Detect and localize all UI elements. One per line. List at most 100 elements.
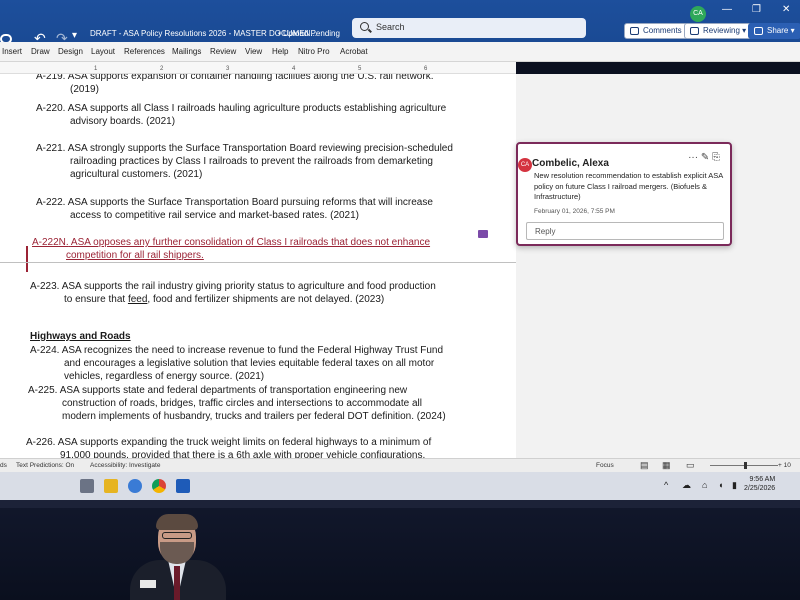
- resolution-text: ASA opposes any further consolidation of…: [70, 237, 431, 248]
- search-input[interactable]: Search: [352, 18, 586, 38]
- tab-references[interactable]: References: [124, 47, 165, 56]
- tray-overflow-icon[interactable]: ^: [664, 480, 668, 490]
- taskbar: ^ ☁ ⌂ ◖ ▮ 9:56 AM 2/25/2026: [0, 472, 800, 500]
- comment-author-avatar: CA: [518, 158, 532, 172]
- ruler-tick: 4: [292, 66, 296, 72]
- share-icon: [754, 27, 763, 35]
- presenter-glasses: [162, 532, 192, 539]
- cloud-icon[interactable]: ☁: [682, 480, 691, 491]
- quick-access-more-icon[interactable]: ▾: [72, 30, 77, 41]
- comment-timestamp: February 01, 2026, 7:55 PM: [534, 208, 615, 215]
- resolution-number: A-226.: [26, 437, 56, 448]
- resolution-a220: A-220. ASA supports all Class I railroad…: [36, 102, 446, 128]
- document-page[interactable]: A-219. ASA supports expansion of contain…: [0, 74, 516, 458]
- ruler-tick: 1: [94, 66, 98, 72]
- app-pinned-icon[interactable]: [128, 479, 142, 493]
- tab-insert[interactable]: Insert: [2, 47, 22, 56]
- tab-draw[interactable]: Draw: [31, 47, 50, 56]
- resolution-number: A-220.: [36, 103, 66, 114]
- resolution-text: ASA supports all Class I railroads hauli…: [67, 103, 447, 114]
- comment-reply-input[interactable]: Reply: [526, 222, 724, 240]
- stage-background: [0, 500, 800, 600]
- network-icon[interactable]: ⌂: [702, 480, 707, 490]
- user-avatar[interactable]: CA: [690, 6, 706, 22]
- taskbar-app-icon[interactable]: [80, 479, 94, 493]
- resolution-a221: A-221. ASA strongly supports the Surface…: [36, 142, 453, 182]
- reviewing-mode-button[interactable]: Reviewing ▾: [684, 23, 753, 39]
- read-mode-icon[interactable]: ▤: [640, 460, 649, 471]
- tab-layout[interactable]: Layout: [91, 47, 115, 56]
- accessibility-status[interactable]: Accessibility: Investigate: [90, 462, 160, 469]
- comment-marker-icon[interactable]: [478, 230, 488, 238]
- close-button[interactable]: ✕: [782, 4, 790, 15]
- comment-body: New resolution recommendation to establi…: [534, 171, 723, 201]
- resolution-text-cont: 91,000 pounds, provided that there is a …: [60, 450, 426, 458]
- ruler-tick: 6: [424, 66, 428, 72]
- horizontal-ruler[interactable]: 1 2 3 4 5 6: [0, 62, 516, 74]
- search-icon: [360, 22, 369, 31]
- system-clock[interactable]: 9:56 AM 2/25/2026: [744, 475, 775, 493]
- tab-nitro-pro[interactable]: Nitro Pro: [298, 47, 330, 56]
- resolution-number: A-222N.: [32, 237, 69, 248]
- ruler-tick: 3: [226, 66, 230, 72]
- comment-author: Combelic, Alexa: [532, 158, 609, 169]
- tab-help[interactable]: Help: [272, 47, 288, 56]
- resolution-text: ASA supports the Surface Transportation …: [67, 197, 433, 208]
- comments-button[interactable]: Comments: [624, 23, 688, 39]
- proofing-flag[interactable]: feed: [128, 294, 147, 305]
- volume-icon[interactable]: ◖: [718, 480, 723, 490]
- tab-acrobat[interactable]: Acrobat: [340, 47, 368, 56]
- resolution-number: A-221.: [36, 143, 66, 154]
- resolution-text-cont: competition for all rail shippers.: [66, 250, 204, 262]
- title-bar: ↶ ↷ ▾ DRAFT - ASA Policy Resolutions 202…: [0, 0, 800, 46]
- battery-icon[interactable]: ▮: [732, 480, 737, 491]
- chrome-icon[interactable]: [152, 479, 166, 493]
- file-explorer-icon[interactable]: [104, 479, 118, 493]
- resolution-a219: A-219. ASA supports expansion of contain…: [36, 74, 433, 96]
- comment-actions-icon[interactable]: ··· ✎ ⎘: [688, 152, 720, 163]
- section-heading: Highways and Roads: [30, 331, 131, 342]
- resolution-a222n-inserted[interactable]: A-222N. ASA opposes any further consolid…: [32, 236, 430, 262]
- tab-mailings[interactable]: Mailings: [172, 47, 201, 56]
- tab-review[interactable]: Review: [210, 47, 236, 56]
- comment-icon: [630, 27, 639, 35]
- clock-date: 2/25/2026: [744, 485, 776, 493]
- tab-design[interactable]: Design: [58, 47, 83, 56]
- status-bar: ds Text Predictions: On Accessibility: I…: [0, 458, 800, 472]
- search-placeholder: Search: [376, 22, 405, 32]
- tab-view[interactable]: View: [245, 47, 262, 56]
- tracked-change-bar: [26, 246, 28, 272]
- resolution-text: ASA supports expanding the truck weight …: [57, 437, 432, 448]
- screen-bottom-edge: [0, 500, 800, 508]
- print-layout-icon[interactable]: ▦: [662, 460, 671, 471]
- comment-connector-line: [0, 262, 516, 263]
- resolution-text-cont: (2019): [70, 84, 99, 96]
- resolution-text-cont: modern implements of husbandry, trucks a…: [62, 411, 446, 423]
- share-button[interactable]: Share ▾: [748, 23, 800, 39]
- resolution-text: ASA supports state and federal departmen…: [59, 385, 408, 396]
- web-layout-icon[interactable]: ▭: [686, 460, 695, 471]
- zoom-level[interactable]: + 10: [778, 462, 791, 469]
- status-left: ds: [0, 462, 7, 469]
- comment-card[interactable]: CA Combelic, Alexa ··· ✎ ⎘ New resolutio…: [516, 142, 732, 246]
- resolution-text: ASA strongly supports the Surface Transp…: [67, 143, 453, 154]
- resolution-text-cont: advisory boards. (2021): [70, 116, 176, 128]
- resolution-a222: A-222. ASA supports the Surface Transpor…: [36, 196, 433, 222]
- resolution-number: A-224.: [30, 345, 60, 356]
- focus-mode-button[interactable]: Focus: [596, 462, 614, 469]
- resolution-a225: A-225. ASA supports state and federal de…: [28, 384, 446, 424]
- presenter-tie: [174, 566, 180, 600]
- resolution-a226: A-226. ASA supports expanding the truck …: [26, 436, 431, 458]
- resolution-number: A-225.: [28, 385, 58, 396]
- restore-button[interactable]: ❐: [752, 4, 761, 15]
- upload-status[interactable]: • Upload Pending: [278, 29, 340, 38]
- zoom-slider-handle[interactable]: [744, 462, 747, 469]
- text-predictions-status[interactable]: Text Predictions: On: [16, 462, 74, 469]
- minimize-button[interactable]: —: [722, 4, 732, 15]
- resolution-number: A-222.: [36, 197, 66, 208]
- ruler-tick: 5: [358, 66, 362, 72]
- outlook-icon[interactable]: [176, 479, 190, 493]
- resolution-text-cont: and encourages a legislative solution th…: [64, 358, 435, 370]
- ruler-tick: 2: [160, 66, 164, 72]
- presenter: [130, 514, 230, 600]
